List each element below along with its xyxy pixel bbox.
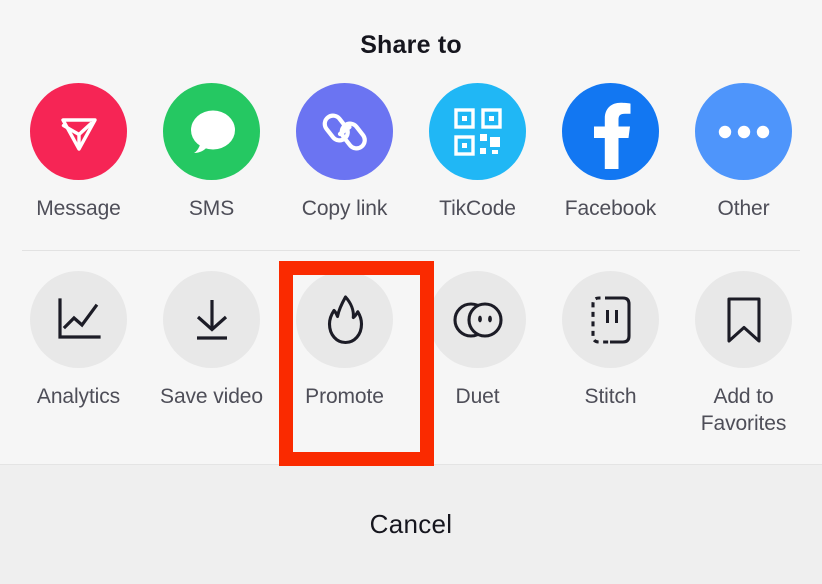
action-item-save-video[interactable]: Save video xyxy=(155,271,268,437)
message-icon-circle[interactable] xyxy=(30,83,127,180)
favorites-icon-circle[interactable] xyxy=(695,271,792,368)
sms-icon-circle[interactable] xyxy=(163,83,260,180)
share-item-label: SMS xyxy=(188,197,235,220)
section-divider-wrap xyxy=(0,250,822,251)
page-title: Share to xyxy=(360,31,462,59)
action-item-label: Stitch xyxy=(584,385,637,408)
stitch-frame-icon xyxy=(590,295,632,345)
duet-circles-icon xyxy=(450,298,506,342)
section-divider xyxy=(22,250,800,251)
action-item-add-to-favorites[interactable]: Add to Favorites xyxy=(687,271,800,437)
share-item-facebook[interactable]: Facebook xyxy=(554,83,667,222)
video-actions-row: Analytics Save video Promote Duet Stitch… xyxy=(0,271,822,437)
share-item-label: Facebook xyxy=(564,197,657,220)
action-item-label: Save video xyxy=(160,385,263,408)
action-item-label: Promote xyxy=(305,385,384,408)
share-item-label: Copy link xyxy=(301,197,388,220)
stitch-icon-circle[interactable] xyxy=(562,271,659,368)
tikcode-icon-circle[interactable] xyxy=(429,83,526,180)
chain-link-icon xyxy=(316,103,374,161)
bookmark-icon xyxy=(722,295,766,345)
speech-bubble-icon xyxy=(181,101,243,163)
share-item-label: Message xyxy=(36,197,121,220)
action-item-promote[interactable]: Promote xyxy=(288,271,401,437)
share-item-sms[interactable]: SMS xyxy=(155,83,268,222)
share-item-other[interactable]: Other xyxy=(687,83,800,222)
cancel-button-label: Cancel xyxy=(369,509,453,539)
action-item-analytics[interactable]: Analytics xyxy=(22,271,135,437)
facebook-f-icon xyxy=(581,95,641,169)
cancel-button[interactable]: Cancel xyxy=(0,465,822,584)
action-item-duet[interactable]: Duet xyxy=(421,271,534,437)
other-icon-circle[interactable] xyxy=(695,83,792,180)
share-item-copy-link[interactable]: Copy link xyxy=(288,83,401,222)
qr-code-icon xyxy=(452,106,504,158)
copy-link-icon-circle[interactable] xyxy=(296,83,393,180)
save-video-icon-circle[interactable] xyxy=(163,271,260,368)
ellipsis-icon xyxy=(718,122,770,142)
facebook-icon-circle[interactable] xyxy=(562,83,659,180)
share-item-label: Other xyxy=(717,197,770,220)
share-item-label: TikCode xyxy=(439,197,516,220)
duet-icon-circle[interactable] xyxy=(429,271,526,368)
download-icon xyxy=(187,295,237,345)
action-item-label: Add to Favorites xyxy=(700,385,787,435)
promote-icon-circle[interactable] xyxy=(296,271,393,368)
action-item-label: Analytics xyxy=(36,385,121,408)
share-destinations-row: Message SMS Copy link TikCode Facebook O… xyxy=(0,83,822,222)
line-chart-icon xyxy=(54,295,104,345)
action-item-stitch[interactable]: Stitch xyxy=(554,271,667,437)
action-item-label: Duet xyxy=(455,385,500,408)
share-item-tikcode[interactable]: TikCode xyxy=(421,83,534,222)
share-sheet: Share to Message SMS Copy link TikCode F… xyxy=(0,0,822,584)
share-item-message[interactable]: Message xyxy=(22,83,135,222)
paper-plane-icon xyxy=(51,104,107,160)
flame-icon xyxy=(320,294,370,346)
analytics-icon-circle[interactable] xyxy=(30,271,127,368)
